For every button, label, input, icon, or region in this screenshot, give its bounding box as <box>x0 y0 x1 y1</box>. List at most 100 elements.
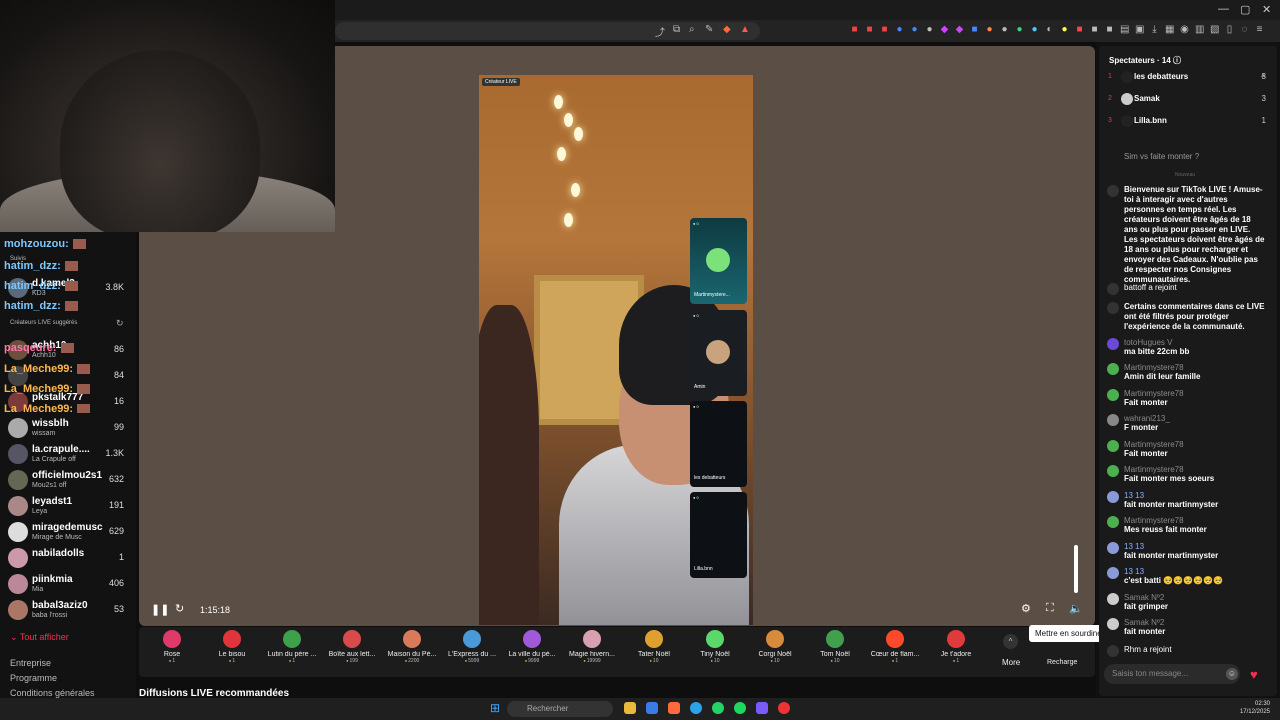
guest-slot[interactable]: ● 0 les debatteurs <box>690 401 747 487</box>
gift-item[interactable]: Rose1 <box>142 630 202 664</box>
volume-slider[interactable] <box>1074 545 1078 593</box>
guest-slot[interactable]: ● 0 Amin <box>690 310 747 396</box>
gifts-more-button[interactable]: More <box>1002 658 1020 667</box>
guest-slot[interactable]: ● 0 Lilla.bnn <box>690 492 747 578</box>
extension-icon[interactable]: ● <box>925 24 934 36</box>
taskbar-clock[interactable]: 02:30 17/12/2025 <box>1240 700 1270 716</box>
spectator-row[interactable]: 3 Lilla.bnn 1 <box>1108 115 1266 131</box>
zoom-icon[interactable]: ⌕ <box>689 24 695 35</box>
sidebar-account[interactable]: wissblh wissam 99 <box>8 416 136 442</box>
edit-icon[interactable]: ✎ <box>705 24 713 35</box>
gift-item[interactable]: Maison du Pè...2200 <box>382 630 442 664</box>
extension-icon[interactable]: ■ <box>1105 24 1114 36</box>
extension-icon[interactable]: ■ <box>970 24 979 36</box>
menu-icon[interactable]: ≡ <box>1255 24 1264 36</box>
footer-link[interactable]: Conditions générales <box>10 688 95 698</box>
windows-start-icon[interactable]: ⊞ <box>490 701 500 715</box>
new-messages-divider: Nouveau <box>1175 172 1196 178</box>
extension-icon[interactable]: ◆ <box>940 24 949 36</box>
chat-input[interactable]: Saisis ton message... <box>1104 664 1240 684</box>
extension-icon[interactable]: ▤ <box>1120 24 1129 36</box>
extension-icon[interactable]: ● <box>1000 24 1009 36</box>
gift-item[interactable]: Corgi Noël10 <box>745 630 805 664</box>
extension-icon[interactable]: ● <box>1060 24 1069 36</box>
sidebar-account[interactable]: miragedemusc Mirage de Musc 629 <box>8 520 136 546</box>
gift-item[interactable]: L'Express du ...5999 <box>442 630 502 664</box>
emoji-icon[interactable]: ☺ <box>1226 668 1238 680</box>
footer-link[interactable]: Entreprise <box>10 658 51 668</box>
extension-icon[interactable]: ▣ <box>1135 24 1144 36</box>
whatsapp-icon[interactable] <box>712 702 724 714</box>
gift-item[interactable]: Le bisou1 <box>202 630 262 664</box>
taskbar-search[interactable]: Rechercher <box>507 701 613 717</box>
address-bar[interactable]: ⤴ ⧉ ⌕ ✎ ◆ ▲ <box>335 22 760 40</box>
extension-icon[interactable]: ● <box>985 24 994 36</box>
chevron-up-icon[interactable]: ^ <box>1003 634 1018 649</box>
extension-icon[interactable]: ■ <box>850 24 859 36</box>
app-icon[interactable] <box>756 702 768 714</box>
telegram-icon[interactable] <box>690 702 702 714</box>
extension-icon[interactable]: ◆ <box>955 24 964 36</box>
like-heart-icon[interactable]: ♥ <box>1250 667 1258 682</box>
extension-icon[interactable]: ● <box>1015 24 1024 36</box>
close-button[interactable]: ✕ <box>1262 3 1271 16</box>
spectator-row[interactable]: 1 les debatteurs 3 <box>1108 71 1266 87</box>
sidebar-account[interactable]: officielmou2s1 Mou2s1 off 632 <box>8 468 136 494</box>
file-explorer-icon[interactable] <box>624 702 636 714</box>
fullscreen-icon[interactable]: ⛶ <box>1046 602 1054 615</box>
app-icon[interactable] <box>778 702 790 714</box>
extension-icons: ■ ■ ■ ● ● ● ◆ ◆ ■ ● ● ● ● ◐ ● ■ ■ ■ ▤ ▣ … <box>850 24 1264 36</box>
download-icon[interactable]: ⤓ <box>1150 24 1159 36</box>
extension-icon[interactable]: ● <box>910 24 919 36</box>
gift-item[interactable]: Je t'adore1 <box>926 630 986 664</box>
gift-item[interactable]: Magie hivern...19999 <box>562 630 622 664</box>
gift-item[interactable]: Tiny Noël10 <box>685 630 745 664</box>
extension-icon[interactable]: ■ <box>865 24 874 36</box>
extension-icon[interactable]: ◉ <box>1180 24 1189 36</box>
extension-icon[interactable]: ▦ <box>1165 24 1174 36</box>
extension-icon[interactable]: ▧ <box>1210 24 1219 36</box>
extension-icon[interactable]: ■ <box>1090 24 1099 36</box>
overlay-username: mohzouzou: <box>4 238 86 250</box>
gift-item[interactable]: La ville du pè...9999 <box>502 630 562 664</box>
recharge-button[interactable]: Recharge <box>1047 659 1077 666</box>
settings-icon[interactable]: ⚙ <box>1021 602 1031 615</box>
brave-icon[interactable] <box>668 702 680 714</box>
extension-icon[interactable]: ● <box>1030 24 1039 36</box>
sidebar-account[interactable]: nabiladolls 1 <box>8 546 136 572</box>
refresh-icon[interactable]: ↻ <box>116 318 124 329</box>
extension-icon[interactable]: ■ <box>880 24 889 36</box>
extension-icon[interactable]: ● <box>895 24 904 36</box>
extension-icon[interactable]: ■ <box>1075 24 1084 36</box>
sidebar-toggle-icon[interactable]: ▯ <box>1225 24 1234 36</box>
footer-link[interactable]: Programme <box>10 673 57 683</box>
sidebar-account[interactable]: leyadst1 Leya 191 <box>8 494 136 520</box>
suggested-section-label: Créateurs LIVE suggérés <box>10 320 78 326</box>
refresh-icon[interactable]: ↻ <box>175 602 184 615</box>
spectators-header[interactable]: Spectateurs · 14 ⓘ <box>1109 55 1181 66</box>
gift-item[interactable]: Cœur de flam...1 <box>865 630 925 664</box>
rewards-icon[interactable]: ▲ <box>740 24 750 35</box>
sidebar-account[interactable]: piinkmia Mia 406 <box>8 572 136 598</box>
show-all-link[interactable]: ⌄ Tout afficher <box>10 632 69 643</box>
sidebar-account[interactable]: babal3aziz0 baba l'rossi 53 <box>8 598 136 624</box>
guest-slot[interactable]: ● 0 Martinmystere... <box>690 218 747 304</box>
volume-icon[interactable]: 🔈 <box>1069 602 1083 615</box>
sidebar-account[interactable]: la.crapule.... La Crapule off 1.3K <box>8 442 136 468</box>
app-icon[interactable] <box>646 702 658 714</box>
gift-item[interactable]: Lutin du père ...1 <box>262 630 322 664</box>
extension-icon[interactable]: ▥ <box>1195 24 1204 36</box>
spectator-row[interactable]: 2 Samak 3 <box>1108 93 1266 109</box>
gift-item[interactable]: Boîte aux lett...199 <box>322 630 382 664</box>
brave-shield-icon[interactable]: ◆ <box>723 24 731 35</box>
extension-icon[interactable]: ◌ <box>1240 24 1249 36</box>
spotify-icon[interactable] <box>734 702 746 714</box>
pause-button[interactable]: ❚❚ <box>151 603 169 616</box>
gift-item[interactable]: Tater Noël10 <box>624 630 684 664</box>
extension-icon[interactable]: ◐ <box>1045 24 1054 36</box>
maximize-button[interactable]: ▢ <box>1240 3 1250 16</box>
open-external-icon[interactable]: ⧉ <box>673 24 680 35</box>
minimize-button[interactable]: — <box>1218 3 1229 15</box>
share-icon[interactable]: ⤴ <box>655 24 665 39</box>
gift-item[interactable]: Tom Noël10 <box>805 630 865 664</box>
